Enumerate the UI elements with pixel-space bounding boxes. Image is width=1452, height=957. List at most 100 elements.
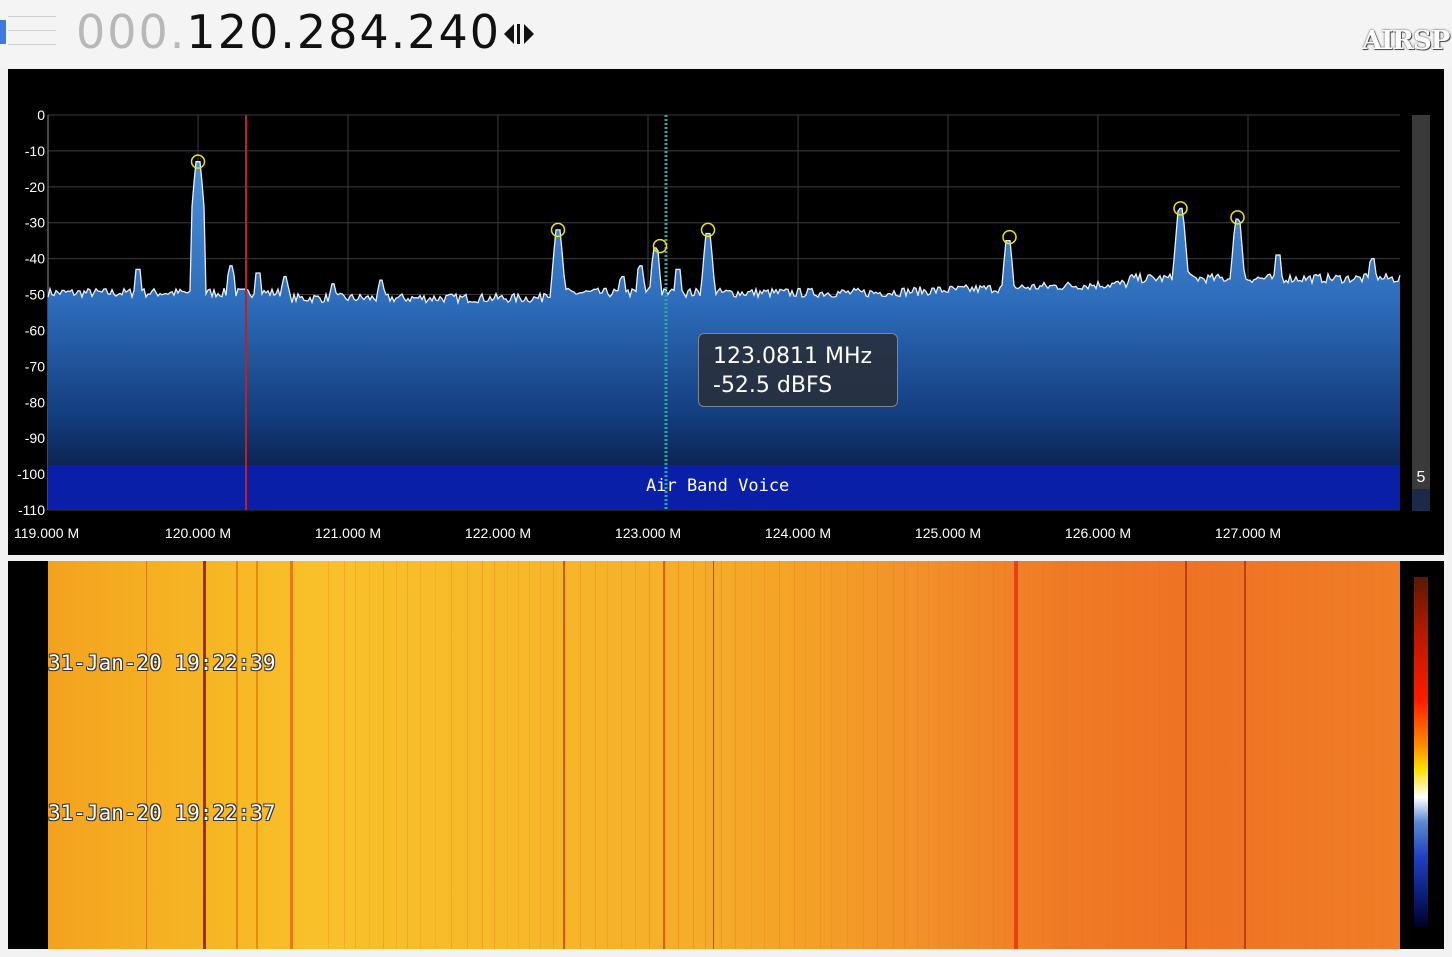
waterfall-signal-trace — [820, 561, 821, 949]
waterfall-signal-trace — [952, 561, 953, 949]
waterfall-signal-trace — [1239, 561, 1240, 949]
waterfall-signal-trace — [904, 561, 905, 949]
waterfall-signal-trace — [1108, 561, 1109, 949]
x-tick-label: 127.000 M — [1215, 525, 1281, 541]
peak-markers — [190, 154, 1245, 254]
waterfall-signal-trace — [993, 561, 994, 949]
waterfall-signal-trace — [877, 561, 878, 949]
tooltip-level: -52.5 dBFS — [713, 373, 833, 398]
waterfall-signal-trace — [507, 561, 508, 949]
waterfall-signal-trace — [420, 561, 421, 949]
waterfall-signal-trace — [621, 561, 622, 949]
slider-thumb[interactable] — [0, 20, 6, 44]
waterfall-display[interactable]: 31-Jan-20 19:22:39 31-Jan-20 19:22:37 — [8, 561, 1444, 949]
y-tick-label: -60 — [25, 322, 45, 338]
waterfall-signal-trace — [939, 561, 940, 949]
waterfall-signal-trace — [290, 561, 293, 949]
waterfall-signal-trace — [1018, 561, 1019, 949]
waterfall-signal-trace — [721, 561, 722, 949]
waterfall-signal-trace — [1275, 561, 1276, 949]
right-arrow-icon[interactable] — [524, 24, 534, 44]
waterfall-signal-trace — [831, 561, 832, 949]
waterfall-signal-trace — [1121, 561, 1122, 949]
waterfall-signal-trace — [146, 561, 147, 949]
waterfall-signal-trace — [665, 561, 666, 949]
spectrum-plot[interactable]: 0 -10 -20 -30 -40 -50 -60 -70 -80 -90 -100 -110 119… — [8, 69, 1444, 555]
waterfall-signal-trace — [1042, 561, 1043, 949]
waterfall-signal-trace — [751, 561, 752, 949]
waterfall-signal-trace — [1196, 561, 1197, 949]
waterfall-signal-trace — [779, 561, 780, 949]
y-tick-label: -20 — [25, 179, 45, 195]
x-tick-label: 119.000 M — [14, 525, 79, 541]
x-axis-labels: 119.000 M 120.000 M 121.000 M 122.000 M 123.… — [14, 525, 1281, 541]
waterfall-signal-trace — [1244, 561, 1246, 949]
y-axis-labels: 0 -10 -20 -30 -40 -50 -60 -70 -80 -90 -100 -110 — [17, 107, 45, 518]
waterfall-signal-trace — [355, 561, 356, 949]
y-tick-label: 0 — [37, 107, 45, 123]
slider-track-line — [8, 30, 56, 31]
waterfall-signal-trace — [693, 561, 694, 949]
waterfall-signal-trace — [435, 561, 436, 949]
y-tick-label: -50 — [25, 287, 45, 303]
slider-track-line — [8, 44, 56, 45]
waterfall-signal-trace — [1134, 561, 1135, 949]
waterfall-signal-trace — [1185, 561, 1187, 949]
waterfall-signal-trace — [635, 561, 636, 949]
frequency-tooltip: 123.0811 MHz -52.5 dBFS — [698, 333, 898, 407]
airspy-logo: AIRSP — [1362, 26, 1450, 56]
frequency-display[interactable]: 000.120.284.240 — [76, 2, 501, 62]
waterfall-signal-trace — [203, 561, 206, 949]
waterfall-signal-trace — [1305, 561, 1306, 949]
waterfall-signal-trace — [482, 561, 483, 949]
waterfall-signal-trace — [1211, 561, 1212, 949]
waterfall-signal-trace — [344, 561, 345, 949]
bottom-border — [0, 949, 1452, 957]
waterfall-signal-trace — [713, 561, 714, 949]
waterfall-signal-trace — [1029, 561, 1030, 949]
waterfall-signal-trace — [1382, 561, 1383, 949]
x-tick-label: 120.000 M — [165, 525, 231, 541]
waterfall-signal-trace — [1082, 561, 1083, 949]
waterfall-signal-trace — [383, 561, 384, 949]
frequency-step-arrows[interactable] — [502, 22, 542, 46]
frequency-leading-digits[interactable]: 000. — [76, 5, 186, 59]
x-tick-label: 123.000 M — [615, 525, 681, 541]
waterfall-signal-trace — [1066, 561, 1067, 949]
x-tick-label: 126.000 M — [1065, 525, 1131, 541]
y-tick-label: -10 — [25, 143, 45, 159]
x-tick-label: 125.000 M — [915, 525, 981, 541]
waterfall-signal-trace — [1371, 561, 1372, 949]
spectrum-display[interactable]: 0 -10 -20 -30 -40 -50 -60 -70 -80 -90 -100 -110 119… — [8, 69, 1444, 555]
waterfall-signal-trace — [1316, 561, 1317, 949]
waterfall-signal-trace — [1252, 561, 1253, 949]
left-arrow-icon[interactable] — [504, 24, 514, 44]
waterfall-signal-trace — [467, 561, 468, 949]
x-tick-label: 122.000 M — [465, 525, 531, 541]
waterfall-signal-trace — [928, 561, 929, 949]
waterfall-signal-trace — [649, 561, 650, 949]
tuning-step-slider[interactable] — [0, 10, 58, 50]
waterfall-signal-trace — [965, 561, 966, 949]
waterfall-signal-trace — [396, 561, 397, 949]
tooltip-frequency: 123.0811 MHz — [713, 344, 873, 369]
waterfall-signal-trace — [1145, 561, 1146, 949]
waterfall-signal-trace — [1358, 561, 1359, 949]
waterfall-signal-trace — [369, 561, 370, 949]
waterfall-signal-trace — [735, 561, 736, 949]
waterfall-signal-trace — [1159, 561, 1160, 949]
y-tick-label: -40 — [25, 251, 45, 267]
slider-track-line — [8, 16, 56, 17]
waterfall-signal-trace — [407, 561, 408, 949]
waterfall-signal-trace — [678, 561, 679, 949]
y-tick-label: -80 — [25, 394, 45, 410]
waterfall-signal-trace — [494, 561, 495, 949]
waterfall-canvas[interactable] — [48, 561, 1400, 949]
signal-level-value: 5 — [1416, 469, 1426, 486]
waterfall-signal-trace — [1054, 561, 1055, 949]
waterfall-signal-trace — [607, 561, 608, 949]
frequency-digits[interactable]: 120.284.240 — [186, 5, 501, 59]
waterfall-signal-trace — [565, 561, 566, 949]
x-tick-label: 121.000 M — [315, 525, 381, 541]
waterfall-signal-trace — [1347, 561, 1348, 949]
